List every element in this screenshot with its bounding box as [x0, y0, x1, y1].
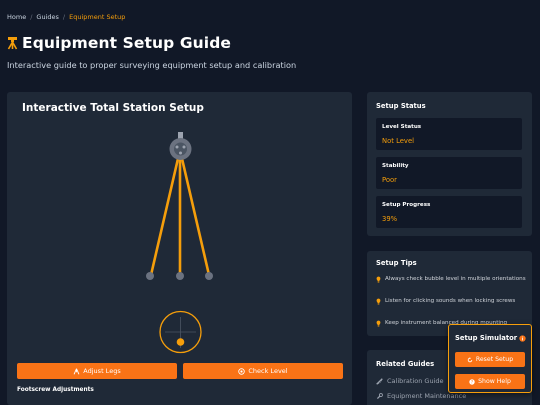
help-icon: ?	[469, 378, 475, 385]
show-help-label: Show Help	[478, 378, 511, 385]
breadcrumb-separator: /	[62, 13, 66, 21]
breadcrumb-current: Equipment Setup	[69, 13, 126, 21]
interactive-setup-panel: Interactive Total Station Setup Adjust L…	[7, 92, 352, 405]
wrench-icon	[376, 392, 383, 399]
related-link-calibration[interactable]: Calibration Guide	[376, 377, 444, 385]
check-level-button[interactable]: Check Level	[183, 363, 343, 379]
reset-setup-label: Reset Setup	[475, 356, 514, 363]
reset-setup-button[interactable]: Reset Setup	[455, 352, 525, 367]
breadcrumb: Home / Guides / Equipment Setup	[7, 13, 125, 21]
breadcrumb-home[interactable]: Home	[7, 13, 26, 21]
related-link-maintenance[interactable]: Equipment Maintenance	[376, 392, 466, 400]
breadcrumb-guides[interactable]: Guides	[36, 13, 58, 21]
tripod-foot-right[interactable]	[205, 272, 213, 280]
level-status-card: Level Status Not Level	[376, 118, 522, 150]
related-guides-title: Related Guides	[376, 360, 435, 368]
svg-text:?: ?	[471, 379, 473, 384]
tip-item: Listen for clicking sounds when locking …	[376, 297, 526, 305]
simulator-title: Setup Simulator	[455, 334, 526, 342]
page-header: Equipment Setup Guide	[7, 34, 231, 52]
setup-status-panel: Setup Status Level Status Not Level Stab…	[367, 92, 532, 236]
tip-text: Listen for clicking sounds when locking …	[385, 298, 516, 304]
show-help-button[interactable]: ? Show Help	[455, 374, 525, 389]
level-status-label: Level Status	[382, 124, 422, 130]
tip-text: Always check bubble level in multiple or…	[385, 276, 526, 282]
info-icon[interactable]	[519, 334, 526, 342]
setup-status-title: Setup Status	[376, 102, 426, 110]
stability-label: Stability	[382, 163, 409, 169]
setup-tips-title: Setup Tips	[376, 259, 417, 267]
lightbulb-icon	[376, 320, 381, 327]
total-station-scene	[146, 132, 213, 354]
setup-progress-label: Setup Progress	[382, 202, 431, 208]
setup-progress-value: 39%	[382, 215, 398, 223]
level-bubble	[176, 338, 185, 346]
page-title: Equipment Setup Guide	[22, 34, 232, 52]
tip-item: Always check bubble level in multiple or…	[376, 275, 526, 283]
level-icon	[238, 367, 246, 375]
tripod-foot-center[interactable]	[176, 272, 184, 280]
lightbulb-icon	[376, 298, 381, 305]
breadcrumb-separator: /	[30, 13, 33, 21]
tripod-foot-left[interactable]	[146, 272, 154, 280]
reset-icon	[467, 356, 473, 362]
related-label: Calibration Guide	[387, 377, 444, 385]
footscrew-heading: Footscrew Adjustments	[17, 387, 94, 393]
tripod-icon	[7, 37, 18, 50]
stability-value: Poor	[382, 176, 397, 184]
setup-simulator-widget: Setup Simulator Reset Setup ? Show Help	[448, 324, 532, 393]
adjust-legs-label: Adjust Legs	[83, 367, 121, 375]
bubble-level-indicator	[159, 310, 202, 354]
stability-card: Stability Poor	[376, 157, 522, 189]
ruler-icon	[376, 377, 383, 385]
lightbulb-icon	[376, 276, 381, 283]
tripod-small-icon	[73, 368, 80, 374]
total-station-head[interactable]	[169, 132, 192, 160]
simulator-title-text: Setup Simulator	[455, 334, 518, 342]
page-subtitle: Interactive guide to proper surveying eq…	[7, 60, 297, 70]
related-label: Equipment Maintenance	[387, 392, 467, 400]
tripod-legs[interactable]	[149, 148, 211, 277]
check-level-label: Check Level	[248, 367, 288, 375]
adjust-legs-button[interactable]: Adjust Legs	[17, 363, 177, 379]
setup-progress-card: Setup Progress 39%	[376, 196, 522, 228]
level-status-value: Not Level	[382, 137, 415, 145]
